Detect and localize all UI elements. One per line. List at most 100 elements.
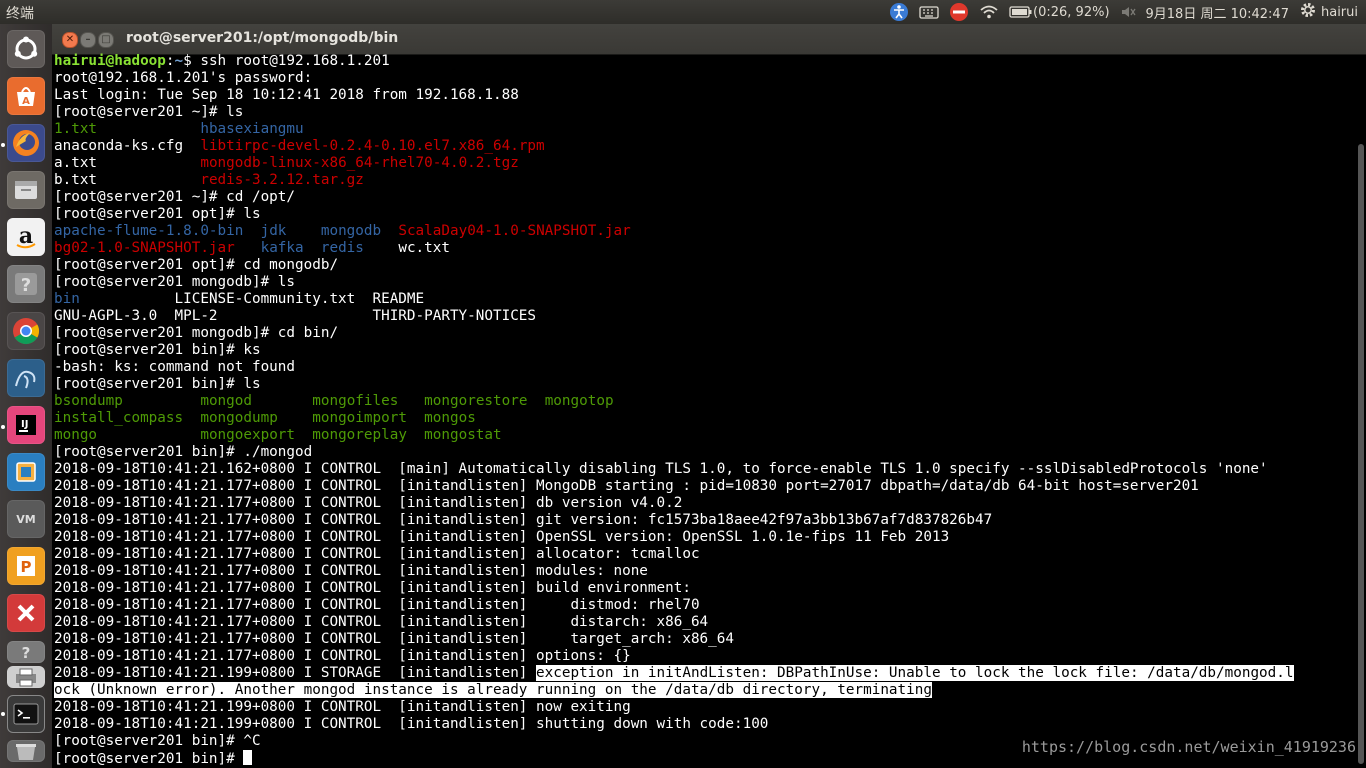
terminal-line: [root@server201 bin]# ls (54, 376, 1350, 393)
session-menu[interactable]: hairui (1299, 1, 1358, 23)
help-icon[interactable]: ? (7, 641, 45, 663)
terminal-line: 2018-09-18T10:41:21.177+0800 I CONTROL [… (54, 580, 1350, 597)
clock[interactable]: 9月18日 周二 10:42:47 (1146, 3, 1289, 22)
terminal-line: apache-flume-1.8.0-bin jdk mongodb Scala… (54, 223, 1350, 240)
terminal-line: [root@server201 ~]# cd /opt/ (54, 189, 1350, 206)
clock-text: 9月18日 周二 10:42:47 (1145, 6, 1289, 22)
terminal-output[interactable]: hairui@hadoop:~$ ssh root@192.168.1.201 r… (54, 53, 1350, 767)
close-button[interactable]: ✕ (62, 32, 78, 48)
terminal-text: [root@server201 ~]# ls (54, 104, 244, 120)
app-title: 终端 (6, 6, 34, 22)
terminal-line: 2018-09-18T10:41:21.177+0800 I CONTROL [… (54, 631, 1350, 648)
running-indicator (1, 143, 5, 147)
terminal-text: mongoexport (200, 427, 296, 443)
launcher: A a ? IJ VM P ? (0, 24, 52, 768)
terminal-text: a.txt (54, 155, 98, 171)
trash-icon[interactable] (7, 740, 45, 762)
keyboard-icon[interactable] (919, 4, 939, 20)
terminal-line: bsondump mongod mongofiles mongorestore … (54, 393, 1350, 410)
terminal-text: 2018-09-18T10:41:21.177+0800 I CONTROL [… (54, 631, 734, 647)
terminal-line: Last login: Tue Sep 18 10:12:41 2018 fro… (54, 87, 1350, 104)
terminal-text: 2018-09-18T10:41:21.177+0800 I CONTROL [… (54, 495, 683, 511)
terminal-text: [root@server201 mongodb]# cd bin/ (54, 325, 339, 341)
terminal-text: 2018-09-18T10:41:21.177+0800 I CONTROL [… (54, 597, 700, 613)
ubuntu-dash-icon[interactable] (7, 30, 45, 68)
terminal-text: ScalaDay04-1.0-SNAPSHOT.jar (398, 223, 631, 239)
terminal-line: 2018-09-18T10:41:21.199+0800 I CONTROL [… (54, 716, 1350, 733)
accessibility-icon[interactable] (889, 2, 909, 22)
close-icon: ✕ (65, 34, 75, 45)
terminal-cursor (243, 750, 253, 765)
xmind-icon[interactable] (7, 594, 45, 632)
terminal-line: b.txt redis-3.2.12.tar.gz (54, 172, 1350, 189)
top-panel: 终端 (0:26, 92%) 9月18日 周二 10:42:47 hairui (0, 0, 1366, 24)
terminal-text: : (165, 53, 175, 69)
terminal-line: 2018-09-18T10:41:21.199+0800 I STORAGE [… (54, 665, 1350, 682)
printer-icon[interactable] (7, 666, 45, 688)
terminal-text: apache-flume-1.8.0-bin (54, 223, 244, 239)
maximize-icon: □ (101, 34, 111, 45)
terminal-line: 1.txt hbasexiangmu (54, 121, 1350, 138)
terminal-text: 2018-09-18T10:41:21.177+0800 I CONTROL [… (54, 546, 700, 562)
terminal-text: mongoimport (312, 410, 407, 426)
terminal-line: 2018-09-18T10:41:21.177+0800 I CONTROL [… (54, 495, 1350, 512)
terminal-line: root@192.168.1.201's password: (54, 70, 1350, 87)
terminal-text: bsondump (54, 393, 123, 409)
terminal-text: hbasexiangmu (200, 121, 304, 137)
terminal-text: bin (54, 291, 80, 307)
terminal-icon[interactable] (7, 695, 45, 733)
virtualbox-icon[interactable] (7, 453, 45, 491)
mysql-workbench-icon[interactable] (7, 359, 45, 397)
window-titlebar[interactable]: ✕ – □ root@server201:/opt/mongodb/bin (52, 24, 1366, 55)
minimize-button[interactable]: – (80, 32, 96, 48)
terminal-line: [root@server201 ~]# ls (54, 104, 1350, 121)
terminal-line: [root@server201 bin]# ./mongod (54, 444, 1350, 461)
terminal-text: [root@server201 mongodb]# ls (54, 274, 296, 290)
terminal-line: 2018-09-18T10:41:21.162+0800 I CONTROL [… (54, 461, 1350, 478)
terminal-line: 2018-09-18T10:41:21.199+0800 I CONTROL [… (54, 699, 1350, 716)
terminal-text: Last login: Tue Sep 18 10:12:41 2018 fro… (54, 87, 519, 103)
volume-icon[interactable] (1120, 4, 1136, 20)
terminal-line: mongo mongoexport mongoreplay mongostat (54, 427, 1350, 444)
wifi-icon[interactable] (979, 4, 999, 20)
intellij-icon[interactable]: IJ (7, 406, 45, 444)
watermark-text: https://blog.csdn.net/weixin_41919236 (1021, 738, 1356, 756)
battery-icon[interactable]: (0:26, 92%) (1009, 5, 1110, 20)
terminal-text: mongodb (320, 223, 382, 239)
terminal-text: mongorestore (424, 393, 528, 409)
terminal-line: 2018-09-18T10:41:21.177+0800 I CONTROL [… (54, 478, 1350, 495)
terminal-text: ~ (174, 53, 184, 69)
terminal-line: a.txt mongodb-linux-x86_64-rhel70-4.0.2.… (54, 155, 1350, 172)
terminal-text: install_compass (54, 410, 184, 426)
vmware-icon[interactable]: VM (7, 500, 45, 538)
terminal-text: 2018-09-18T10:41:21.177+0800 I CONTROL [… (54, 563, 648, 579)
help-icon[interactable]: ? (7, 265, 45, 303)
terminal-text: b.txt (54, 172, 98, 188)
no-entry-icon[interactable] (949, 2, 969, 22)
terminal-text: [root@server201 bin]# ks (54, 342, 261, 358)
svg-text:?: ? (22, 644, 31, 662)
terminal-scrollbar[interactable] (1358, 144, 1364, 764)
wps-icon[interactable]: P (7, 547, 45, 585)
running-indicator (1, 712, 5, 716)
files-icon[interactable] (7, 171, 45, 209)
terminal-text: 1.txt (54, 121, 98, 137)
terminal-text: kafka (260, 240, 304, 256)
maximize-button[interactable]: □ (98, 32, 114, 48)
firefox-icon[interactable] (7, 124, 45, 162)
software-center-icon[interactable]: A (7, 77, 45, 115)
terminal-text: 2018-09-18T10:41:21.199+0800 I CONTROL [… (54, 716, 769, 732)
terminal-text: hairui@hadoop (54, 53, 166, 69)
terminal-text: -bash: ks: command not found (54, 359, 296, 375)
amazon-icon[interactable]: a (7, 218, 45, 256)
chrome-icon[interactable] (7, 312, 45, 350)
